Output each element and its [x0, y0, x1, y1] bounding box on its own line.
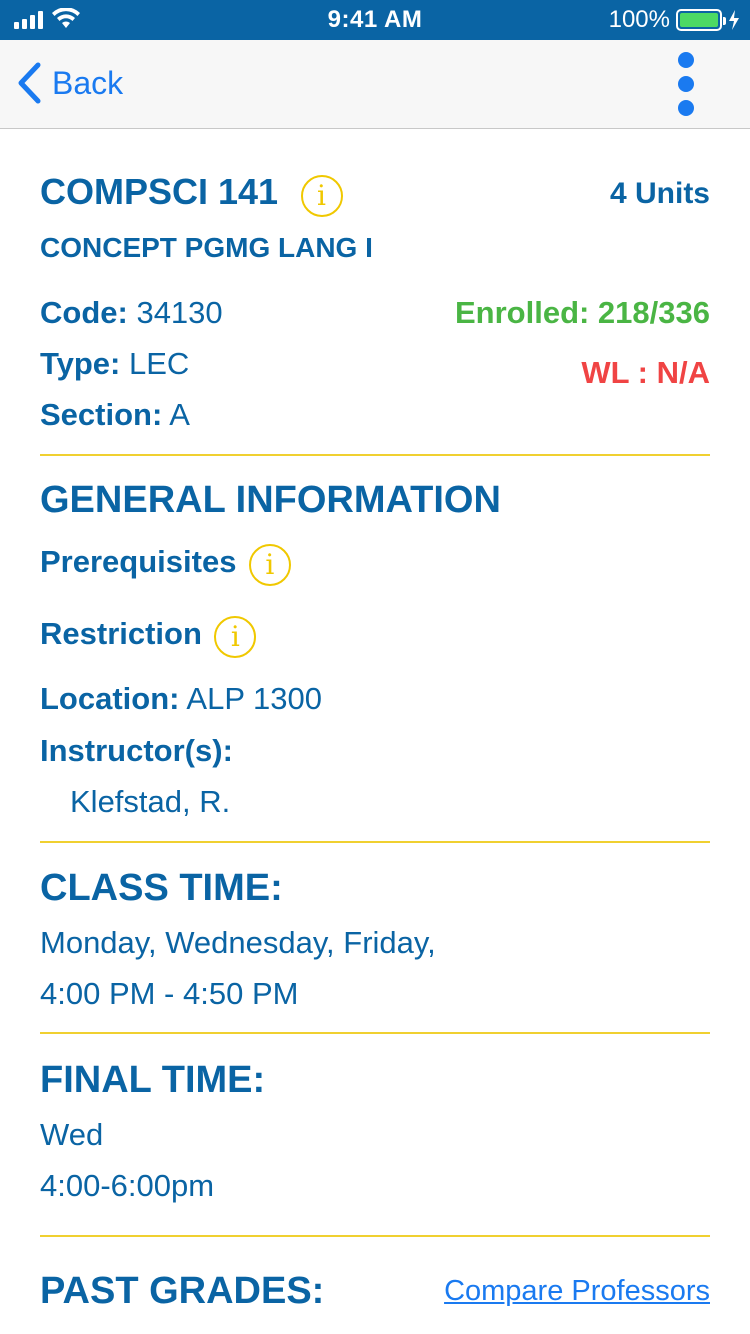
status-right: 100% — [609, 6, 740, 34]
bolt-icon — [729, 10, 739, 30]
more-vertical-icon — [678, 52, 694, 68]
course-title: COMPSCI 141 — [40, 171, 279, 212]
class-time-heading: CLASS TIME: — [40, 867, 283, 909]
class-time-hours: 4:00 PM - 4:50 PM — [40, 976, 299, 1011]
divider — [40, 1235, 710, 1237]
final-time-heading: FINAL TIME: — [40, 1059, 266, 1101]
prerequisites-label: Prerequisites — [40, 544, 237, 579]
past-grades-row: PAST GRADES: Compare Professors — [40, 1270, 710, 1313]
battery-percent: 100% — [608, 6, 670, 33]
final-time-day: Wed — [40, 1117, 104, 1152]
course-info-icon[interactable]: i — [300, 174, 343, 217]
type-label: Type: — [40, 346, 121, 381]
back-button[interactable]: Back — [16, 62, 123, 104]
restriction-row: Restriction i — [40, 615, 710, 658]
past-grades-heading: PAST GRADES: — [40, 1270, 325, 1312]
back-label: Back — [52, 64, 124, 101]
code-row: Code: 34130 Enrolled: 218/336 — [40, 295, 710, 331]
more-options-button[interactable] — [674, 52, 698, 116]
course-units: 4 Units — [609, 177, 710, 210]
waitlist-status: WL : N/A — [581, 355, 710, 390]
divider — [40, 1032, 710, 1034]
instructors-label: Instructor(s): — [40, 733, 233, 768]
compare-professors-link[interactable]: Compare Professors — [444, 1275, 710, 1308]
code-value: 34130 — [136, 295, 223, 330]
type-row: Type: LEC WL : N/A — [40, 346, 710, 390]
section-label: Section: — [40, 397, 163, 432]
location-label: Location: — [40, 681, 180, 716]
type-value: LEC — [129, 346, 190, 381]
location-row: Location: ALP 1300 — [40, 681, 710, 717]
navigation-bar: Back — [0, 40, 750, 129]
restriction-info-icon[interactable]: i — [214, 615, 257, 658]
general-info-heading: GENERAL INFORMATION — [40, 479, 501, 521]
section-row: Section: A — [40, 397, 710, 433]
final-time-hours: 4:00-6:00pm — [40, 1168, 215, 1203]
prerequisites-row: Prerequisites i — [40, 543, 710, 586]
class-time-days: Monday, Wednesday, Friday, — [40, 925, 436, 960]
divider — [40, 841, 710, 843]
battery-icon — [676, 9, 726, 31]
course-header: COMPSCI 141 i 4 Units — [40, 171, 710, 217]
divider — [40, 454, 710, 456]
status-bar: 9:41 AM 100% — [0, 0, 750, 40]
restriction-label: Restriction — [40, 616, 202, 651]
instructor-name: Klefstad, R. — [70, 784, 231, 819]
enrolled-count: Enrolled: 218/336 — [454, 295, 710, 330]
prerequisites-info-icon[interactable]: i — [248, 543, 291, 586]
course-subtitle: CONCEPT PGMG LANG I — [40, 232, 373, 263]
location-value: ALP 1300 — [186, 681, 323, 716]
chevron-left-icon — [18, 62, 41, 104]
section-value: A — [169, 397, 190, 432]
code-label: Code: — [40, 295, 128, 330]
